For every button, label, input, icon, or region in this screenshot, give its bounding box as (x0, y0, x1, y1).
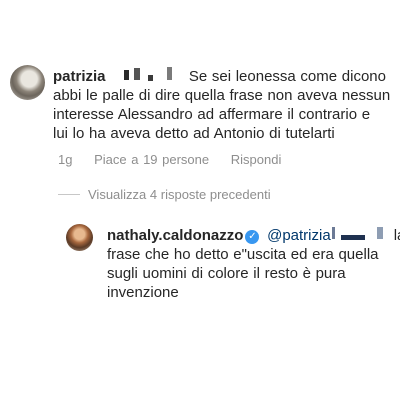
comment-likes[interactable]: Piace a 19 persone (94, 152, 209, 167)
redaction-mark (340, 235, 365, 240)
comment-text-line: interesse Alessandro ad affermare il con… (53, 106, 371, 123)
reply-trailing-text: la (393, 227, 400, 244)
avatar[interactable] (66, 224, 93, 251)
comment-text-line: lui lo ha aveva detto ad Antonio di tute… (53, 125, 335, 142)
reply-text-line: sugli uomini di colore il resto è pura (107, 265, 346, 282)
reply-first-line: nathaly.caldonazzo✓ @patrizia la (107, 226, 400, 245)
reply-text-line: invenzione (107, 284, 179, 301)
avatar[interactable] (10, 65, 45, 100)
comment-meta: 1g Piace a 19 persone Rispondi (58, 152, 298, 167)
redaction-mark (134, 68, 141, 80)
redaction-mark (376, 227, 383, 239)
redaction-mark (331, 227, 335, 239)
reply-username[interactable]: nathaly.caldonazzo (107, 227, 243, 244)
comment-username[interactable]: patrizia (53, 68, 106, 85)
comment-body: patrizia Se sei leonessa come dicono abb… (53, 67, 390, 143)
reply-body: nathaly.caldonazzo✓ @patrizia la frase ch… (107, 226, 400, 302)
divider (58, 194, 80, 195)
reply-button[interactable]: Rispondi (231, 152, 282, 167)
mention-link[interactable]: @patrizia (267, 227, 331, 244)
reply-text-line: frase che ho detto e"uscita ed era quell… (107, 246, 379, 263)
comment-text-line: Se sei leonessa come dicono (188, 68, 386, 85)
comment-first-line: patrizia Se sei leonessa come dicono (53, 67, 390, 86)
redaction-mark (124, 70, 130, 80)
redaction-mark (148, 75, 154, 81)
comment-time: 1g (58, 152, 73, 167)
view-replies-button[interactable]: Visualizza 4 risposte precedenti (58, 187, 271, 202)
view-replies-label: Visualizza 4 risposte precedenti (88, 187, 271, 202)
redaction-mark (167, 67, 173, 80)
comment-text-line: abbi le palle di dire quella frase non a… (53, 87, 391, 104)
verified-badge-icon: ✓ (245, 230, 260, 244)
